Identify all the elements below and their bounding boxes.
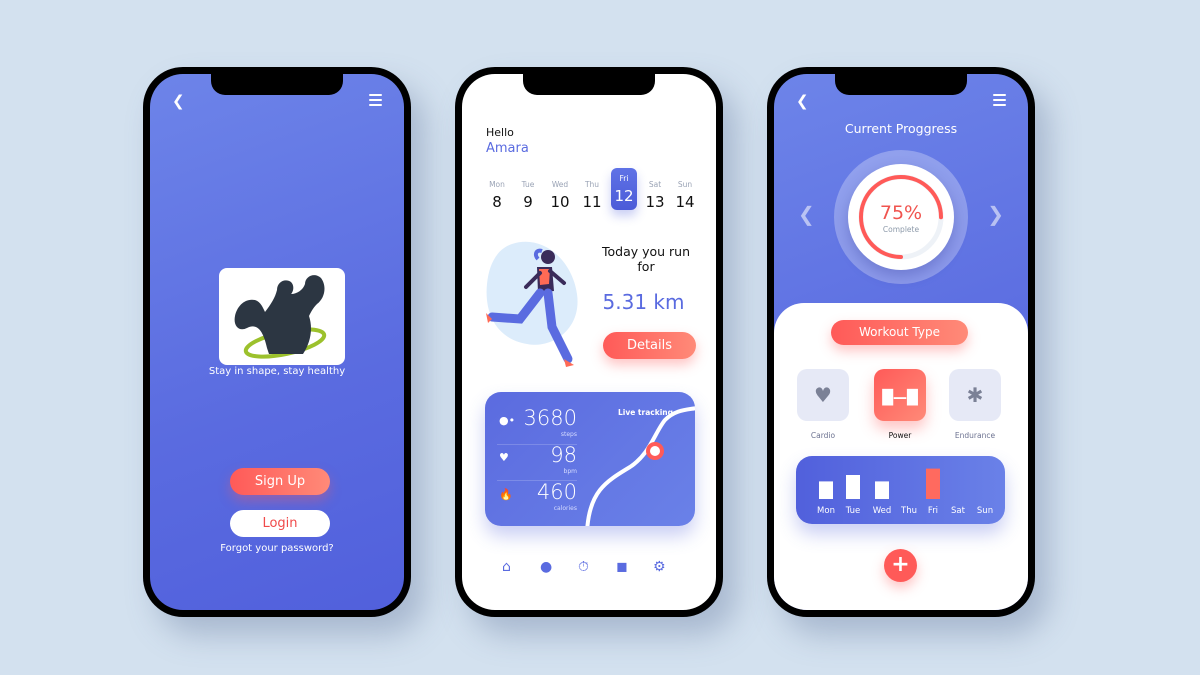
welcome-screen: ❮ Stay in shape, stay healthy Sign Up Lo… — [150, 74, 404, 610]
day-date: 8 — [492, 193, 502, 211]
day-date: 9 — [523, 193, 533, 211]
details-button[interactable]: Details — [603, 332, 696, 359]
day-label: Fri — [928, 506, 938, 516]
runner-icon: ✱ — [966, 383, 984, 407]
day-tue[interactable]: Tue 9 — [515, 174, 541, 211]
progress-screen: ❮ Current Proggress ❮ ❯ 75% Complete Wor… — [774, 74, 1028, 610]
notification-icon[interactable]: ◼ — [616, 559, 628, 575]
greeting: Hello — [486, 126, 514, 139]
prev-arrow-icon[interactable]: ❮ — [798, 202, 815, 226]
day-label: Sun — [977, 506, 993, 516]
runner-illustration — [486, 241, 578, 367]
day-label: Thu — [900, 506, 917, 516]
workout-power[interactable]: █—█ — [874, 369, 926, 421]
login-button[interactable]: Login — [230, 510, 330, 537]
workout-label: Power — [888, 431, 912, 440]
workout-label: Cardio — [810, 431, 836, 440]
bodybuilder-icon — [234, 275, 327, 359]
day-name: Sat — [648, 180, 662, 189]
day-label: Mon — [817, 506, 835, 516]
live-tracking-card[interactable]: ●• 3680 steps ♥ 98 bpm 🔥 460 calories Li… — [485, 392, 695, 526]
forgot-password-link[interactable]: Forgot your password? — [150, 543, 404, 554]
day-name: Sun — [677, 180, 693, 189]
route-path — [585, 406, 695, 526]
day-name: Mon — [489, 180, 505, 189]
back-icon[interactable]: ❮ — [172, 92, 185, 110]
back-icon[interactable]: ❮ — [796, 92, 809, 110]
stopwatch-icon[interactable]: ⏱ — [578, 559, 589, 575]
progress-percent: 75% — [879, 202, 923, 224]
notch — [211, 74, 343, 95]
bar-fri — [926, 468, 940, 499]
notch — [523, 74, 655, 95]
tagline: Stay in shape, stay healthy — [208, 366, 346, 377]
next-arrow-icon[interactable]: ❯ — [987, 202, 1004, 226]
day-date: 13 — [645, 193, 665, 211]
day-label: Tue — [845, 506, 861, 516]
day-name: Fri — [619, 174, 629, 183]
day-label: Wed — [873, 506, 892, 516]
phone-progress: ❮ Current Proggress ❮ ❯ 75% Complete Wor… — [767, 67, 1035, 617]
menu-icon[interactable] — [369, 94, 382, 109]
day-date: 10 — [550, 193, 570, 211]
day-thu[interactable]: Thu 11 — [579, 174, 605, 211]
day-date: 14 — [675, 193, 695, 211]
workout-cardio[interactable]: ♥ — [797, 369, 849, 421]
heart-pulse-icon: ♥ — [814, 383, 832, 407]
day-wed[interactable]: Wed 10 — [547, 174, 573, 211]
day-name: Thu — [584, 180, 600, 189]
bar-wed — [875, 481, 889, 499]
sign-up-button[interactable]: Sign Up — [230, 468, 330, 495]
dashboard-screen: Hello Amara Mon 8 Tue 9 Wed 10 Thu 11 Fri 12 … — [462, 74, 716, 610]
day-name: Wed — [551, 180, 569, 189]
user-name: Amara — [486, 141, 529, 156]
bar-tue — [846, 475, 860, 499]
notch — [835, 74, 967, 95]
run-title: Today you run for — [601, 244, 691, 274]
workout-type-button[interactable]: Workout Type — [831, 320, 968, 345]
app-logo — [219, 268, 345, 365]
day-sat[interactable]: Sat 13 — [642, 174, 668, 211]
bar-mon — [819, 481, 833, 499]
add-workout-button[interactable]: + — [884, 549, 917, 582]
day-fri-selected[interactable]: Fri 12 — [611, 168, 637, 210]
phone-dashboard: Hello Amara Mon 8 Tue 9 Wed 10 Thu 11 Fri 12 … — [455, 67, 723, 617]
day-label: Sat — [951, 506, 966, 516]
run-distance: 5.31 km — [602, 290, 685, 314]
bottom-nav: ⌂ ● ⏱ ◼ ⚙ — [502, 559, 682, 579]
phone-welcome: ❮ Stay in shape, stay healthy Sign Up Lo… — [143, 67, 411, 617]
day-selector: Mon 8 Tue 9 Wed 10 Thu 11 Fri 12 Sat 13 Sun 14 — [484, 168, 704, 224]
day-date: 11 — [582, 193, 602, 211]
day-date: 12 — [614, 187, 634, 205]
profile-icon[interactable]: ● — [540, 559, 552, 575]
progress-title: Current Proggress — [844, 121, 958, 136]
progress-complete-label: Complete — [882, 225, 920, 234]
menu-icon[interactable] — [993, 94, 1006, 109]
dumbbell-icon: █—█ — [882, 390, 918, 406]
settings-icon[interactable]: ⚙ — [653, 559, 666, 575]
workout-label: Endurance — [954, 431, 996, 440]
weekly-chart: Mon Tue Wed Thu Fri Sat Sun — [796, 456, 1005, 524]
day-mon[interactable]: Mon 8 — [484, 174, 510, 211]
workout-endurance[interactable]: ✱ — [949, 369, 1001, 421]
weekly-chart-svg: Mon Tue Wed Thu Fri Sat Sun — [817, 468, 993, 516]
home-icon[interactable]: ⌂ — [502, 559, 511, 575]
day-name: Tue — [521, 180, 535, 189]
day-sun[interactable]: Sun 14 — [672, 174, 698, 211]
